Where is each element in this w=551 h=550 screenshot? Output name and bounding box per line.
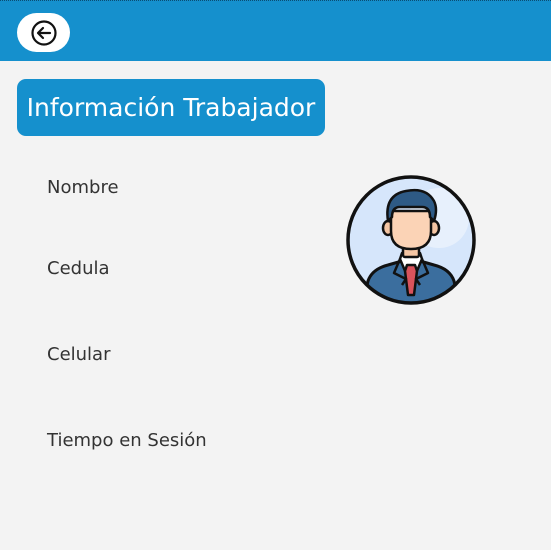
field-label-nombre: Nombre — [47, 177, 119, 198]
businessman-avatar-icon — [346, 175, 476, 305]
arrow-left-circle-icon — [30, 19, 57, 46]
field-label-tiempo-sesion: Tiempo en Sesión — [47, 430, 207, 451]
page-title: Información Trabajador — [17, 79, 325, 136]
top-app-bar — [0, 0, 551, 61]
field-label-celular: Celular — [47, 344, 111, 365]
back-button[interactable] — [17, 13, 70, 52]
field-label-cedula: Cedula — [47, 258, 110, 279]
